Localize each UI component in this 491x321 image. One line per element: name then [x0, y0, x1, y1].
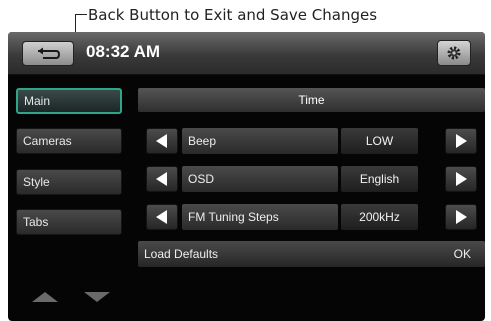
scroll-up-button[interactable]: [30, 290, 60, 304]
setting-value-fm-tuning-steps: 200kHz: [341, 204, 418, 230]
gear-icon: [447, 46, 461, 60]
triangle-down-icon: [84, 292, 110, 302]
osd-decrease-button[interactable]: [146, 166, 178, 192]
back-button[interactable]: [22, 41, 74, 66]
annotation-caption: Back Button to Exit and Save Changes: [88, 6, 378, 24]
triangle-right-icon: [456, 134, 467, 148]
device-screen: 08:32 AM Main Cameras Style Tabs Time Be…: [8, 32, 485, 321]
load-defaults-label: Load Defaults: [144, 247, 219, 261]
setting-label-beep: Beep: [182, 128, 338, 154]
return-arrow-icon: [38, 47, 61, 59]
clock-time: 08:32 AM: [86, 42, 161, 61]
load-defaults-ok-button[interactable]: OK: [454, 241, 471, 267]
top-bar: 08:32 AM: [8, 32, 485, 75]
triangle-right-icon: [456, 172, 467, 186]
fm-steps-decrease-button[interactable]: [146, 204, 178, 230]
sidebar-item-cameras[interactable]: Cameras: [16, 128, 122, 154]
fm-steps-increase-button[interactable]: [445, 204, 477, 230]
triangle-left-icon: [156, 210, 167, 224]
beep-decrease-button[interactable]: [146, 128, 178, 154]
triangle-right-icon: [456, 210, 467, 224]
triangle-left-icon: [156, 172, 167, 186]
setting-value-beep: LOW: [341, 128, 418, 154]
section-title: Time: [138, 88, 485, 112]
sidebar-item-tabs[interactable]: Tabs: [16, 209, 122, 235]
scroll-down-button[interactable]: [82, 290, 112, 304]
sidebar-item-style[interactable]: Style: [16, 169, 122, 195]
osd-increase-button[interactable]: [445, 166, 477, 192]
load-defaults-row[interactable]: Load Defaults OK: [138, 241, 485, 267]
settings-button[interactable]: [437, 40, 471, 66]
setting-label-fm-tuning-steps: FM Tuning Steps: [182, 204, 338, 230]
annotation-leader-line: [75, 14, 87, 15]
beep-increase-button[interactable]: [445, 128, 477, 154]
triangle-up-icon: [32, 292, 58, 302]
sidebar-item-main[interactable]: Main: [16, 88, 122, 114]
triangle-left-icon: [156, 134, 167, 148]
setting-label-osd: OSD: [182, 166, 338, 192]
setting-value-osd: English: [341, 166, 418, 192]
